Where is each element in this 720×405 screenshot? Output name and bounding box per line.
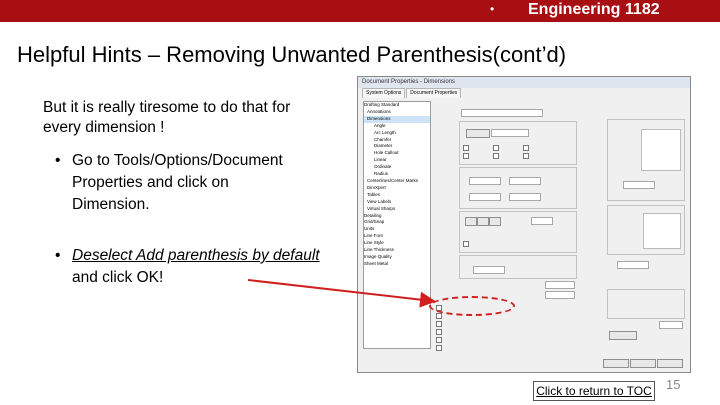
toc-link-button[interactable]: Click to return to TOC	[533, 381, 655, 401]
page-number: 15	[666, 377, 681, 392]
toc-link-text[interactable]: Click to return to TOC	[536, 384, 652, 398]
callout-arrow	[247, 279, 436, 308]
